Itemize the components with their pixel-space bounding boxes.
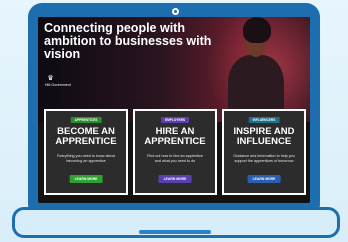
card-tag: EMPLOYERS — [160, 117, 190, 123]
card-description: Everything you need to know about becomi… — [57, 154, 115, 163]
gov-label: HM Government — [45, 83, 71, 87]
hero-person-hair — [243, 17, 271, 43]
card-description: Guidance and information to help you sup… — [233, 154, 295, 163]
card-title: HIRE AN APPRENTICE — [144, 126, 206, 147]
learn-more-button[interactable]: LEARN MORE — [158, 175, 192, 183]
webcam-icon — [172, 8, 179, 15]
card-tag: APPRENTICES — [70, 117, 102, 123]
card-title: INSPIRE AND INFLUENCE — [233, 126, 295, 147]
card-description: Find out how to hire an apprentice and w… — [147, 154, 203, 163]
card-tag: INFLUENCERS — [248, 117, 280, 123]
card-hire-apprentice: EMPLOYERS HIRE AN APPRENTICE Find out ho… — [133, 109, 217, 195]
card-title: BECOME AN APPRENTICE — [55, 126, 117, 147]
laptop-screen: Connecting people with ambition to busin… — [38, 17, 310, 203]
card-inspire-influence: INFLUENCERS INSPIRE AND INFLUENCE Guidan… — [222, 109, 306, 195]
hero-title: Connecting people with ambition to busin… — [44, 21, 212, 61]
card-become-apprentice: APPRENTICES BECOME AN APPRENTICE Everyth… — [44, 109, 128, 195]
crest-icon: ♛ — [47, 75, 54, 82]
laptop-base-slot — [139, 230, 211, 234]
learn-more-button[interactable]: LEARN MORE — [69, 175, 103, 183]
hero-banner: Connecting people with ambition to busin… — [38, 17, 310, 122]
learn-more-button[interactable]: LEARN MORE — [247, 175, 281, 183]
